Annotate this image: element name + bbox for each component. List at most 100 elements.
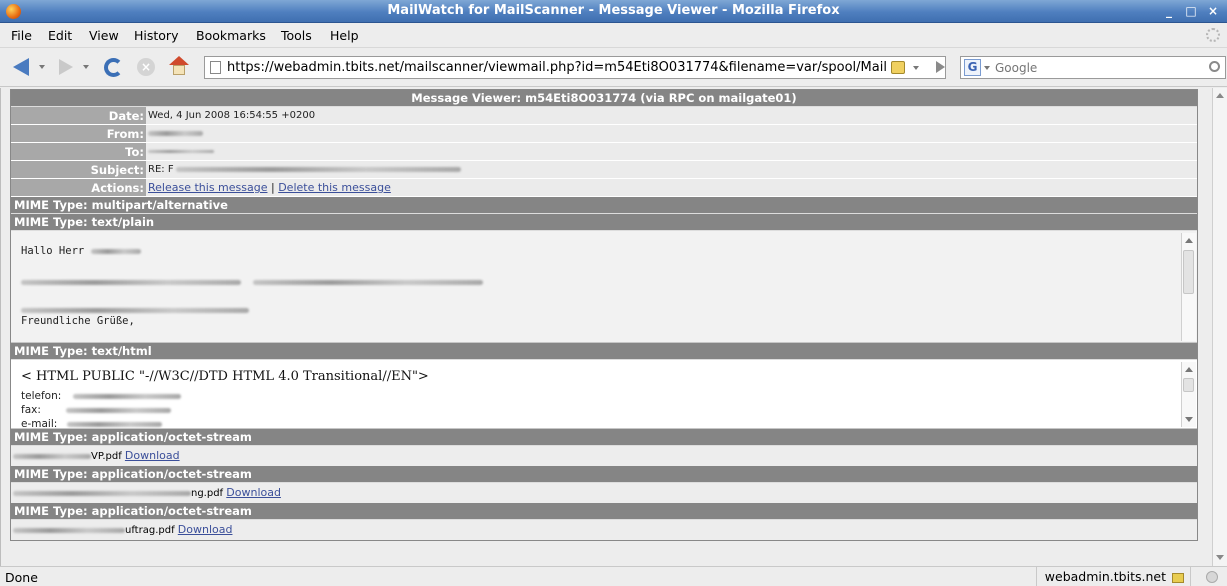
menu-view[interactable]: View [89, 28, 119, 43]
forward-history-dropdown[interactable] [82, 56, 90, 78]
maximize-button[interactable]: □ [1183, 3, 1199, 19]
message-viewer-title: Message Viewer: m54Eti8O031774 (via RPC … [11, 90, 1197, 107]
scroll-up-icon[interactable] [1185, 238, 1193, 243]
fax-label: fax: [21, 404, 41, 416]
home-button[interactable] [168, 56, 190, 78]
attachment-download-link-2[interactable]: Download [226, 486, 281, 499]
forward-arrow-icon [59, 59, 73, 75]
url-history-dropdown[interactable] [913, 66, 919, 70]
delete-message-link[interactable]: Delete this message [278, 181, 391, 194]
security-host-indicator[interactable]: webadmin.tbits.net [1035, 567, 1191, 586]
redacted-text [148, 130, 203, 136]
scrollbar-thumb[interactable] [1183, 378, 1194, 392]
back-button[interactable] [10, 56, 32, 78]
stop-button[interactable]: × [135, 56, 157, 78]
redacted-text [252, 280, 483, 285]
html-doctype: < HTML PUBLIC "-//W3C//DTD HTML 4.0 Tran… [21, 369, 429, 384]
google-engine-icon[interactable]: G [964, 59, 981, 76]
actions-value: Release this message | Delete this messa… [146, 179, 1197, 196]
from-value [146, 125, 1197, 142]
menu-tools[interactable]: Tools [281, 28, 312, 43]
lock-icon[interactable] [891, 61, 905, 74]
status-extension-icon[interactable] [1206, 571, 1218, 583]
redacted-text [13, 527, 125, 533]
search-input[interactable] [995, 59, 1185, 76]
reload-icon [103, 57, 123, 77]
scroll-down-icon[interactable] [1216, 555, 1224, 560]
redacted-text [13, 490, 191, 496]
menu-edit[interactable]: Edit [48, 28, 72, 43]
redacted-text [66, 421, 162, 427]
menu-history[interactable]: History [134, 28, 178, 43]
html-body[interactable]: < HTML PUBLIC "-//W3C//DTD HTML 4.0 Tran… [11, 360, 1197, 429]
plain-line-2 [21, 275, 483, 289]
redacted-text [21, 280, 241, 285]
attachment-row-1: VP.pdf Download [11, 446, 1197, 466]
subject-label: Subject: [11, 161, 146, 178]
forward-button[interactable] [56, 56, 76, 78]
actions-label: Actions: [11, 179, 146, 196]
window-titlebar[interactable]: MailWatch for MailScanner - Message View… [0, 0, 1227, 23]
reload-button[interactable] [101, 56, 125, 78]
to-label: To: [11, 143, 146, 160]
mime-attachment-header-3: MIME Type: application/octet-stream [11, 503, 1197, 520]
plain-text-body[interactable]: Hallo Herr Freundliche Grüße, [11, 231, 1197, 343]
status-text: Done [5, 570, 38, 585]
from-label: From: [11, 125, 146, 142]
attachment-download-link-1[interactable]: Download [125, 449, 180, 462]
scroll-up-icon[interactable] [1216, 93, 1224, 98]
back-history-dropdown[interactable] [38, 56, 46, 78]
release-message-link[interactable]: Release this message [148, 181, 267, 194]
html-fax-line: fax: [21, 404, 172, 416]
page-scrollbar[interactable] [1212, 88, 1227, 566]
url-text[interactable]: https://webadmin.tbits.net/mailscanner/v… [227, 60, 887, 75]
window-title: MailWatch for MailScanner - Message View… [387, 3, 840, 18]
page-icon [210, 61, 221, 74]
back-arrow-icon [13, 58, 29, 76]
mime-html-header: MIME Type: text/html [11, 343, 1197, 360]
plain-greeting: Hallo Herr [21, 245, 85, 257]
search-bar[interactable]: G [960, 56, 1226, 79]
actions-row: Actions: Release this message | Delete t… [11, 179, 1197, 197]
home-icon [169, 56, 189, 75]
redacted-text [21, 308, 249, 313]
scroll-down-icon[interactable] [1185, 417, 1193, 422]
html-body-scrollbar[interactable] [1181, 362, 1196, 427]
attachment-row-3: uftrag.pdf Download [11, 520, 1197, 540]
redacted-text [66, 407, 172, 413]
to-row: To: [11, 143, 1197, 161]
scrollbar-thumb[interactable] [1183, 250, 1194, 294]
status-bar: Done webadmin.tbits.net [0, 566, 1227, 586]
menu-bookmarks[interactable]: Bookmarks [196, 28, 266, 43]
subject-row: Subject: RE: F [11, 161, 1197, 179]
scroll-up-icon[interactable] [1185, 367, 1193, 372]
mime-plain-header: MIME Type: text/plain [11, 214, 1197, 231]
mime-multipart-header: MIME Type: multipart/alternative [11, 197, 1197, 214]
go-button[interactable] [936, 61, 945, 73]
attachment-filename-1: VP.pdf [91, 451, 122, 462]
url-bar[interactable]: https://webadmin.tbits.net/mailscanner/v… [204, 56, 946, 79]
menu-help[interactable]: Help [330, 28, 359, 43]
search-engine-dropdown[interactable] [984, 66, 990, 70]
minimize-button[interactable]: _ [1161, 3, 1177, 19]
mime-attachment-header-1: MIME Type: application/octet-stream [11, 429, 1197, 446]
redacted-text [90, 248, 141, 254]
subject-value: RE: F [146, 161, 1197, 178]
attachment-download-link-3[interactable]: Download [178, 523, 233, 536]
lock-icon [1172, 572, 1184, 583]
message-viewer-table: Message Viewer: m54Eti8O031774 (via RPC … [10, 89, 1198, 541]
chevron-down-icon [83, 65, 89, 69]
telefon-label: telefon: [21, 390, 62, 402]
redacted-text [13, 453, 91, 459]
plain-text-scrollbar[interactable] [1181, 233, 1196, 341]
redacted-text [72, 393, 181, 399]
attachment-row-2: ng.pdf Download [11, 483, 1197, 503]
menu-bar: File Edit View History Bookmarks Tools H… [0, 23, 1227, 48]
to-value [146, 143, 1197, 160]
menu-file[interactable]: File [11, 28, 32, 43]
search-icon[interactable] [1209, 61, 1220, 72]
date-label: Date: [11, 107, 146, 124]
close-button[interactable]: × [1205, 3, 1221, 19]
attachment-filename-3: uftrag.pdf [125, 525, 175, 536]
chevron-down-icon [39, 65, 45, 69]
